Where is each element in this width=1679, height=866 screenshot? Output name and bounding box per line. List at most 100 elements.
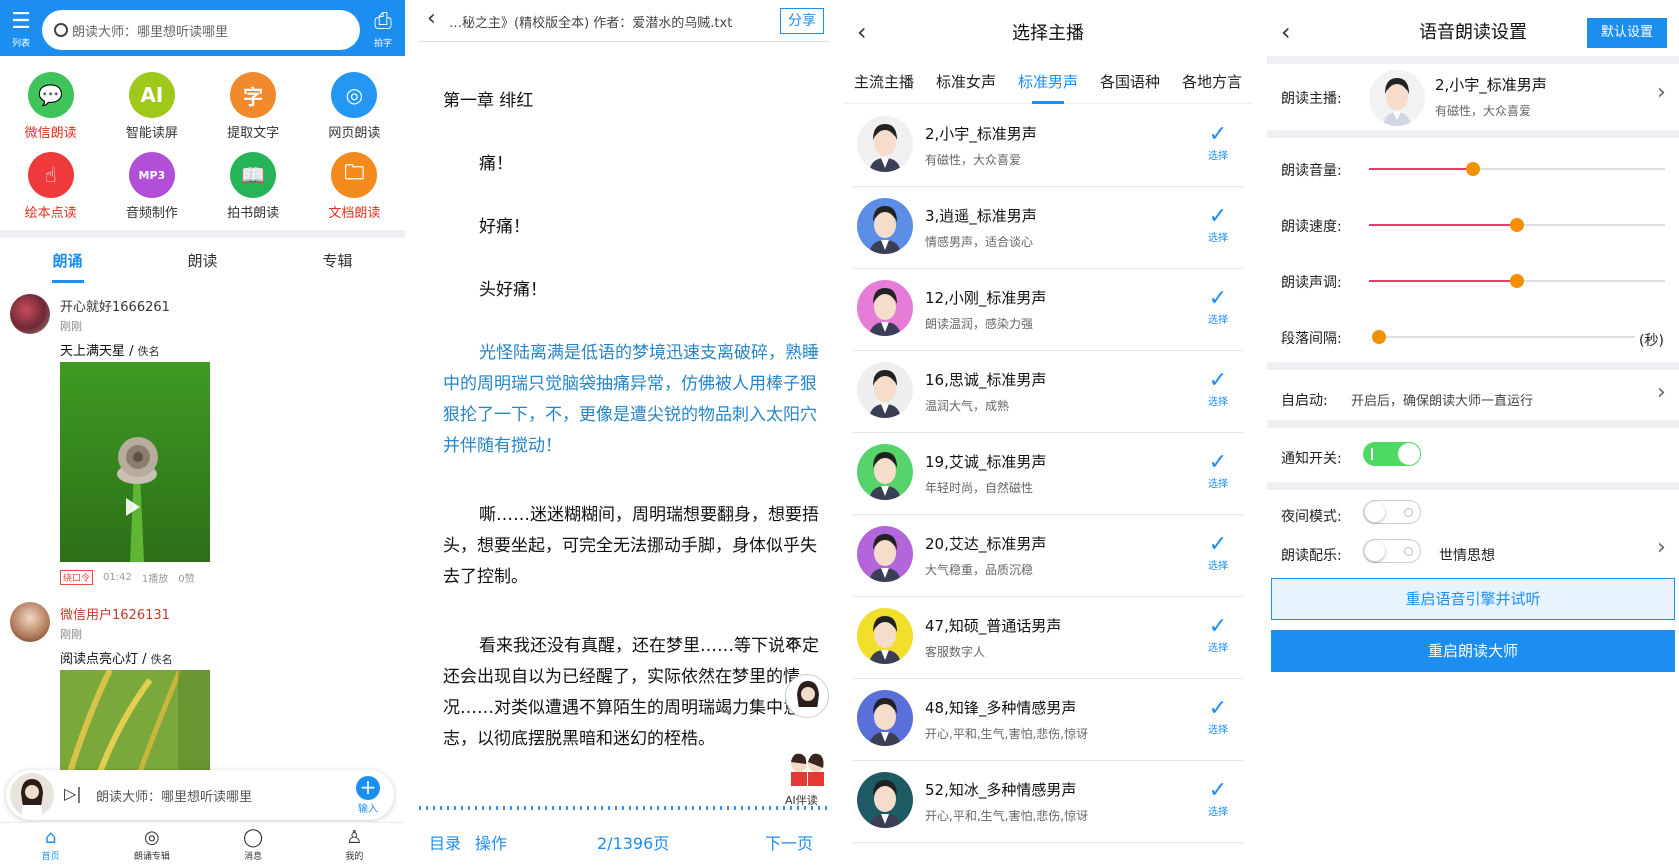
volume-slider[interactable] bbox=[1369, 162, 1665, 176]
voice-name: 12,小刚_标准男声 bbox=[925, 289, 1047, 307]
voice-desc: 朗读温润，感染力强 bbox=[925, 317, 1034, 331]
select-label: 选择 bbox=[1208, 315, 1228, 326]
default-settings-button[interactable]: 默认设置 bbox=[1587, 18, 1667, 48]
voice-item[interactable]: 48,知锋_多种情感男声 开心,平和,生气,害怕,悲伤,惊讶 ✓ 选择 bbox=[853, 679, 1243, 761]
interval-label: 段落间隔: bbox=[1281, 331, 1342, 347]
slider-knob[interactable] bbox=[1510, 274, 1524, 288]
music-toggle[interactable] bbox=[1363, 539, 1421, 563]
search-input[interactable]: 朗读大师：哪里想听读哪里 bbox=[42, 10, 360, 50]
feed-post[interactable]: 开心就好1666261 刚刚 天上满天星 / 佚名 绕口令 01:42 1播放 … bbox=[10, 294, 400, 585]
post-username[interactable]: 微信用户1626131 bbox=[60, 604, 170, 623]
nav-albums[interactable]: ◎ 朗诵专辑 bbox=[101, 823, 202, 866]
voice-item[interactable]: 20,艾达_标准男声 大气稳重，品质沉稳 ✓ 选择 bbox=[853, 515, 1243, 597]
feature-finger-point[interactable]: ☝ 绘本点读 bbox=[0, 146, 101, 226]
menu-button[interactable]: ☰ 列表 bbox=[4, 8, 38, 50]
progress-dots[interactable] bbox=[419, 806, 829, 810]
share-button[interactable]: 分享 bbox=[780, 8, 824, 34]
slider-knob[interactable] bbox=[1465, 162, 1480, 176]
back-chevron-icon[interactable]: ‹ bbox=[427, 6, 436, 31]
tab-album[interactable]: 专辑 bbox=[270, 246, 405, 286]
nav-home[interactable]: ⌂ 首页 bbox=[0, 823, 101, 866]
restart-engine-button[interactable]: 重启语音引擎并试听 bbox=[1271, 578, 1675, 620]
voice-item[interactable]: 47,知硕_普通话男声 客服数字人 ✓ 选择 bbox=[853, 597, 1243, 679]
highlighted-paragraph: 光怪陆离满是低语的梦境迅速支离破碎，熟睡中的周明瑞只觉脑袋抽痛异常，仿佛被人用棒… bbox=[443, 343, 819, 456]
feature-mp3[interactable]: MP3 音频制作 bbox=[101, 146, 202, 226]
tab-standard-female[interactable]: 标准女声 bbox=[925, 64, 1007, 103]
next-page-button[interactable]: 下一页 bbox=[765, 830, 813, 854]
tab-recite[interactable]: 朗诵 bbox=[0, 246, 135, 286]
slider-knob[interactable] bbox=[1372, 330, 1386, 344]
restart-app-button[interactable]: 重启朗读大师 bbox=[1271, 630, 1675, 672]
nav-messages[interactable]: ◯ 消息 bbox=[203, 823, 304, 866]
notify-toggle[interactable] bbox=[1363, 442, 1421, 466]
play-next-icon[interactable]: ▷| bbox=[64, 784, 82, 803]
voice-item[interactable]: 2,小宇_标准男声 有磁性，大众喜爱 ✓ 选择 bbox=[853, 105, 1243, 187]
bottom-nav: ⌂ 首页 ◎ 朗诵专辑 ◯ 消息 ♙ 我的 bbox=[0, 822, 405, 866]
interval-slider[interactable] bbox=[1372, 330, 1635, 344]
voice-item[interactable]: 16,思诚_标准男声 温润大气，成熟 ✓ 选择 bbox=[853, 351, 1243, 433]
tab-read[interactable]: 朗读 bbox=[135, 246, 270, 286]
chevron-right-icon[interactable]: › bbox=[1657, 80, 1666, 105]
post-username[interactable]: 开心就好1666261 bbox=[60, 296, 170, 315]
select-button[interactable]: ✓ 选择 bbox=[1203, 697, 1233, 737]
pitch-slider[interactable] bbox=[1369, 274, 1665, 288]
operations-button[interactable]: 操作 bbox=[475, 830, 507, 854]
select-button[interactable]: ✓ 选择 bbox=[1203, 533, 1233, 573]
user-avatar[interactable] bbox=[10, 294, 50, 334]
feature-extract-text[interactable]: 字提取文字 bbox=[203, 66, 304, 146]
feed-post[interactable]: 微信用户1626131 刚刚 阅读点亮心灯 / 佚名 bbox=[10, 602, 400, 772]
night-mode-toggle[interactable] bbox=[1363, 500, 1421, 524]
chevron-right-icon[interactable]: › bbox=[1657, 380, 1666, 405]
user-avatar[interactable] bbox=[10, 602, 50, 642]
select-button[interactable]: ✓ 选择 bbox=[1203, 205, 1233, 245]
speed-slider[interactable] bbox=[1369, 218, 1665, 232]
narrator-avatar[interactable] bbox=[785, 674, 829, 718]
ai-companion-icon[interactable] bbox=[785, 744, 829, 788]
select-button[interactable]: ✓ 选择 bbox=[1203, 369, 1233, 409]
browser-icon: ◎ bbox=[331, 72, 378, 118]
voice-item[interactable]: 19,艾诚_标准男声 年轻时尚，自然磁性 ✓ 选择 bbox=[853, 433, 1243, 515]
paragraph: 嘶……迷迷糊糊间，周明瑞想要翻身，想要捂头，想要坐起，可完全无法挪动手脚，身体似… bbox=[443, 505, 819, 587]
feature-book[interactable]: 📖 拍书朗读 bbox=[203, 146, 304, 226]
checkmark-icon: ✓ bbox=[1208, 122, 1228, 147]
volume-label: 朗读音量: bbox=[1281, 163, 1342, 179]
tab-dialects[interactable]: 各地方言 bbox=[1171, 64, 1253, 103]
select-button[interactable]: ✓ 选择 bbox=[1203, 122, 1233, 163]
post-thumbnail[interactable] bbox=[60, 670, 210, 772]
feature-browser[interactable]: ◎ 网页朗读 bbox=[304, 66, 405, 146]
voice-item[interactable]: 3,逍遥_标准男声 情感男声，适合谈心 ✓ 选择 bbox=[853, 187, 1243, 269]
anchor-avatar[interactable] bbox=[1369, 70, 1425, 126]
input-button[interactable]: + 输入 bbox=[356, 776, 380, 815]
player-avatar[interactable] bbox=[10, 773, 54, 817]
select-label: 选择 bbox=[1208, 725, 1228, 736]
nav-me[interactable]: ♙ 我的 bbox=[304, 823, 405, 866]
feature-label: 绘本点读 bbox=[24, 206, 77, 221]
book-icon: 📖 bbox=[230, 152, 277, 198]
tab-languages[interactable]: 各国语种 bbox=[1089, 64, 1171, 103]
mini-player[interactable]: ▷| 朗读大师：哪里想听读哪里 + 输入 bbox=[6, 770, 394, 820]
camera-button[interactable]: ⎙ 拍字 bbox=[366, 8, 400, 50]
settings-gear-icon[interactable]: ⚙ bbox=[785, 634, 801, 655]
select-button[interactable]: ✓ 选择 bbox=[1203, 779, 1233, 819]
feature-label: 网页朗读 bbox=[328, 126, 381, 141]
select-button[interactable]: ✓ 选择 bbox=[1203, 450, 1233, 491]
feature-folder[interactable]: 🗀 文档朗读 bbox=[304, 146, 405, 226]
voice-desc: 客服数字人 bbox=[925, 645, 986, 659]
feature-wechat[interactable]: 💬 微信朗读 bbox=[0, 66, 101, 146]
select-button[interactable]: ✓ 选择 bbox=[1203, 615, 1233, 655]
voice-item[interactable]: 52,知冰_多种情感男声 开心,平和,生气,害怕,悲伤,惊讶 ✓ 选择 bbox=[853, 761, 1243, 843]
music-name[interactable]: 世情思想 bbox=[1439, 545, 1495, 565]
chevron-right-icon[interactable]: › bbox=[1657, 535, 1666, 560]
select-button[interactable]: ✓ 选择 bbox=[1203, 287, 1233, 327]
slider-knob[interactable] bbox=[1510, 218, 1524, 232]
tab-standard-male[interactable]: 标准男声 bbox=[1007, 64, 1089, 104]
reader-text[interactable]: 第一章 绯红 痛！ 好痛！ 头好痛！ 光怪陆离满是低语的梦境迅速支离破碎，熟睡中… bbox=[443, 86, 829, 792]
tab-mainstream[interactable]: 主流主播 bbox=[843, 64, 925, 103]
voice-desc: 温润大气，成熟 bbox=[925, 399, 1010, 413]
checkmark-icon: ✓ bbox=[1208, 450, 1228, 475]
voice-avatar bbox=[857, 772, 913, 828]
post-thumbnail[interactable] bbox=[60, 362, 210, 562]
voice-item[interactable]: 12,小刚_标准男声朗读温润，感染力强 ✓ 选择 bbox=[853, 269, 1243, 351]
feature-ai-screen[interactable]: AI 智能读屏 bbox=[101, 66, 202, 146]
toc-button[interactable]: 目录 bbox=[429, 830, 461, 854]
